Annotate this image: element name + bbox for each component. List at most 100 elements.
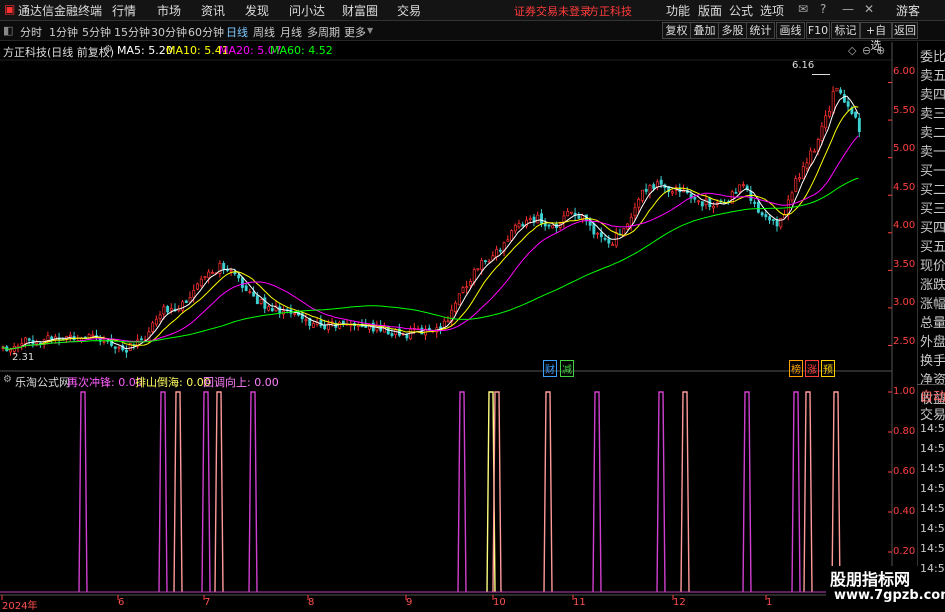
candle-body xyxy=(655,181,659,188)
candle-body xyxy=(569,211,573,214)
ind-label-1.00: 1.00 xyxy=(893,386,916,397)
time-tick-1: 1 xyxy=(766,597,773,608)
candle-body xyxy=(154,318,158,325)
signal-spike xyxy=(173,391,183,593)
candle-body xyxy=(846,101,850,107)
event-tag-limit-up[interactable]: 涨 xyxy=(805,360,819,377)
quote-side-panel: 委比 卖五 卖四 卖三 卖二 卖一 买一 买二 买三 买四 买五 现价 涨跌 涨… xyxy=(917,42,945,605)
trade-time: 14:56 xyxy=(920,502,945,515)
watermark-url: www.7gpzb.com xyxy=(834,588,945,603)
candle-body xyxy=(390,333,394,336)
trade-time: 14:56 xyxy=(920,482,945,495)
candle-body xyxy=(27,338,31,341)
candle-body xyxy=(469,281,472,286)
time-tick-6: 6 xyxy=(118,597,125,608)
candle-body xyxy=(169,308,173,311)
candle-body xyxy=(188,297,192,303)
candle-body xyxy=(267,306,271,311)
candle-body xyxy=(562,215,566,223)
ma-line-ma5 xyxy=(1,95,859,350)
panel-label-price: 现价 xyxy=(920,259,945,274)
event-tag-finance[interactable]: 财 xyxy=(543,360,557,377)
price-label-4.00: 4.00 xyxy=(893,220,916,231)
candle-body xyxy=(472,269,476,283)
candle-body xyxy=(196,283,199,290)
trade-time: 14:56 xyxy=(920,422,945,435)
trade-label[interactable]: 交易 xyxy=(920,404,945,423)
candle-body xyxy=(551,225,555,229)
time-tick-8: 8 xyxy=(308,597,315,608)
candle-body xyxy=(760,212,764,216)
candle-body xyxy=(151,322,155,332)
candle-body xyxy=(738,184,742,193)
candle-body xyxy=(498,249,502,252)
ind-label-0.60: 0.60 xyxy=(893,466,916,477)
panel-label-buy5: 买五 xyxy=(920,240,945,255)
indicator-settings-icon[interactable]: ⚙ xyxy=(3,374,12,385)
signal-spike xyxy=(248,391,258,593)
candle-body xyxy=(510,230,514,241)
panel-label-buy3: 买三 xyxy=(920,202,945,217)
candle-body xyxy=(199,278,203,287)
candle-body xyxy=(278,306,282,314)
candle-body xyxy=(633,207,637,217)
panel-label-weibi: 委比 xyxy=(920,50,945,65)
auto-trade-label[interactable]: 自动 xyxy=(920,386,945,405)
price-label-3.00: 3.00 xyxy=(893,297,916,308)
candle-body xyxy=(659,179,663,185)
candle-body xyxy=(87,334,91,339)
signal-spike xyxy=(214,391,224,593)
event-tag-rank[interactable]: 榜 xyxy=(789,360,803,377)
ma-lines xyxy=(1,95,859,350)
signal-spike xyxy=(831,391,841,593)
event-tag-reduce[interactable]: 减 xyxy=(560,360,574,377)
candle-body xyxy=(842,94,846,103)
candle-body xyxy=(756,201,760,213)
candle-body xyxy=(521,224,525,227)
candle-body xyxy=(805,162,809,169)
panel-label-sell3: 卖三 xyxy=(920,107,945,122)
signal-spike xyxy=(158,391,168,593)
candle-body xyxy=(461,287,465,293)
candle-body xyxy=(487,260,491,263)
time-tick-10: 10 xyxy=(493,597,506,608)
candle-body xyxy=(338,322,342,329)
candle-body xyxy=(599,232,603,238)
ind-label-0.40: 0.40 xyxy=(893,506,916,517)
candle-body xyxy=(252,291,256,297)
event-tag-forecast[interactable]: 预 xyxy=(821,360,835,377)
candle-body xyxy=(480,260,484,270)
indicator-ticks xyxy=(888,391,892,553)
candle-body xyxy=(670,191,674,194)
candle-body xyxy=(566,211,570,217)
panel-label-pct: 涨幅 xyxy=(920,297,945,312)
price-label-6.00: 6.00 xyxy=(893,66,916,77)
panel-label-outer: 外盘 xyxy=(920,335,945,350)
candle-body xyxy=(222,263,226,270)
candle-body xyxy=(102,340,106,343)
candle-body xyxy=(240,277,244,288)
candle-body xyxy=(596,232,600,235)
kline-chart[interactable] xyxy=(0,0,945,609)
time-tick-7: 7 xyxy=(204,597,211,608)
candle-body xyxy=(648,185,652,194)
candle-body xyxy=(91,334,95,337)
indicator-label-pullback: 回调向上: 0.00 xyxy=(203,376,279,389)
candle-body xyxy=(35,341,39,344)
candle-body xyxy=(809,150,813,165)
candle-body xyxy=(517,223,521,228)
candle-body xyxy=(547,224,551,227)
indicator-label-sweep: 排山倒海: 0.00 xyxy=(135,376,211,389)
candle-body xyxy=(270,308,274,312)
candle-body xyxy=(764,214,768,218)
signal-spike xyxy=(656,391,666,593)
candle-body xyxy=(768,216,772,221)
candle-body xyxy=(255,295,259,305)
candle-body xyxy=(603,238,607,240)
time-ticks xyxy=(1,595,767,600)
trade-time: 14:56 xyxy=(920,522,945,535)
candle-body xyxy=(790,192,794,201)
candle-body xyxy=(68,334,72,338)
candle-body xyxy=(611,244,615,246)
signal-spike xyxy=(592,391,602,593)
